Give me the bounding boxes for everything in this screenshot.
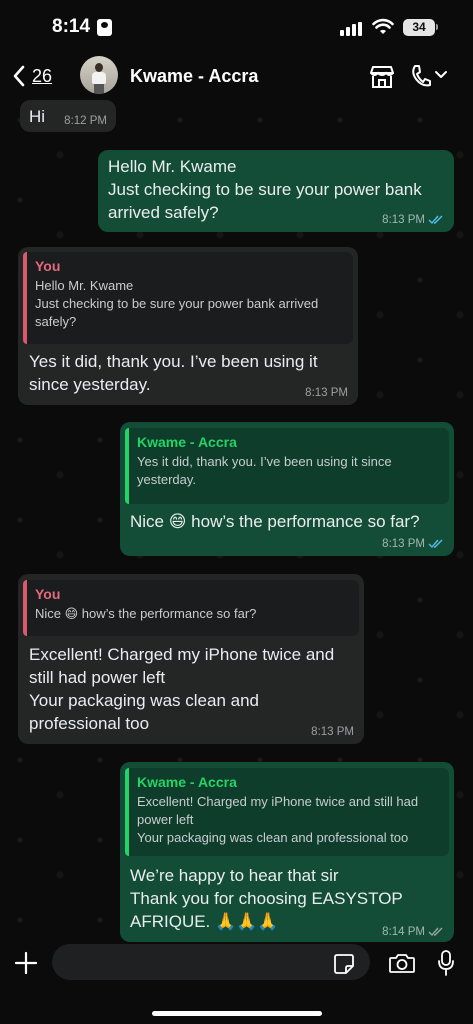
status-time: 8:14 xyxy=(52,16,91,37)
reply-text: Nice 😄 how’s the performance so far? xyxy=(35,606,257,621)
chevron-down-icon[interactable] xyxy=(434,70,448,80)
chat-header: 26 Kwame - Accra xyxy=(0,52,473,100)
wifi-icon xyxy=(372,18,394,34)
message-time: 8:13 PM xyxy=(382,214,444,226)
message-bubble-outgoing[interactable]: Kwame - Accra Yes it did, thank you. I’v… xyxy=(120,422,454,556)
home-indicator[interactable] xyxy=(152,1011,322,1016)
message-time: 8:13 PM xyxy=(311,726,354,738)
message-time: 8:12 PM xyxy=(64,115,107,127)
phone-icon[interactable] xyxy=(410,64,432,88)
mic-icon[interactable] xyxy=(436,949,456,977)
reply-author: Kwame - Accra xyxy=(137,774,237,790)
reply-quote[interactable]: You Nice 😄 how’s the performance so far? xyxy=(23,580,359,636)
message-time: 8:14 PM xyxy=(382,926,444,938)
reply-author: You xyxy=(35,586,61,602)
battery-icon xyxy=(436,24,438,30)
message-text: Hello Mr. Kwame Just checking to be sure… xyxy=(108,157,422,222)
message-time: 8:13 PM xyxy=(305,387,348,399)
reply-quote[interactable]: Kwame - Accra Yes it did, thank you. I’v… xyxy=(125,428,449,504)
double-check-icon xyxy=(428,215,443,225)
reply-author: You xyxy=(35,258,61,274)
message-bubble-incoming[interactable]: Hi 8:12 PM xyxy=(20,100,116,132)
message-bubble-incoming[interactable]: You Hello Mr. Kwame Just checking to be … xyxy=(18,247,358,405)
message-text: We’re happy to hear that sir Thank you f… xyxy=(130,866,403,931)
reply-text: Yes it did, thank you. I’ve been using i… xyxy=(137,454,392,487)
reply-quote[interactable]: You Hello Mr. Kwame Just checking to be … xyxy=(23,252,353,344)
reply-text: Hello Mr. Kwame Just checking to be sure… xyxy=(35,278,319,329)
contact-name[interactable]: Kwame - Accra xyxy=(130,66,258,87)
back-chevron-icon xyxy=(13,65,25,87)
sticker-icon[interactable] xyxy=(333,953,355,975)
message-time: 8:13 PM xyxy=(382,538,444,550)
reply-text: Excellent! Charged my iPhone twice and s… xyxy=(137,794,419,845)
message-text: Yes it did, thank you. I’ve been using i… xyxy=(29,352,318,394)
message-text: Nice 😄 how’s the performance so far? xyxy=(130,512,420,531)
battery-level: 34 xyxy=(403,19,435,36)
shop-icon[interactable] xyxy=(368,64,396,90)
status-bar: 8:14 34 xyxy=(0,0,473,52)
reply-author: Kwame - Accra xyxy=(137,434,237,450)
plus-icon[interactable] xyxy=(13,950,39,976)
chat-area[interactable]: Hi 8:12 PM Hello Mr. Kwame Just checking… xyxy=(0,100,473,944)
double-check-icon xyxy=(428,927,443,937)
cellular-signal-icon xyxy=(340,22,362,36)
avatar[interactable] xyxy=(80,56,118,94)
camera-icon[interactable] xyxy=(388,952,416,974)
double-check-icon xyxy=(428,539,443,549)
message-bubble-outgoing[interactable]: Hello Mr. Kwame Just checking to be sure… xyxy=(98,150,454,232)
message-bubble-outgoing[interactable]: Kwame - Accra Excellent! Charged my iPho… xyxy=(120,762,454,942)
unread-count: 26 xyxy=(32,65,53,86)
reply-quote[interactable]: Kwame - Accra Excellent! Charged my iPho… xyxy=(125,768,449,856)
message-text: Excellent! Charged my iPhone twice and s… xyxy=(29,645,335,733)
back-button[interactable]: 26 xyxy=(12,62,52,90)
message-text: Hi xyxy=(29,107,46,126)
id-card-icon xyxy=(97,19,112,36)
message-bubble-incoming[interactable]: You Nice 😄 how’s the performance so far?… xyxy=(18,574,364,744)
message-input[interactable] xyxy=(52,944,370,980)
